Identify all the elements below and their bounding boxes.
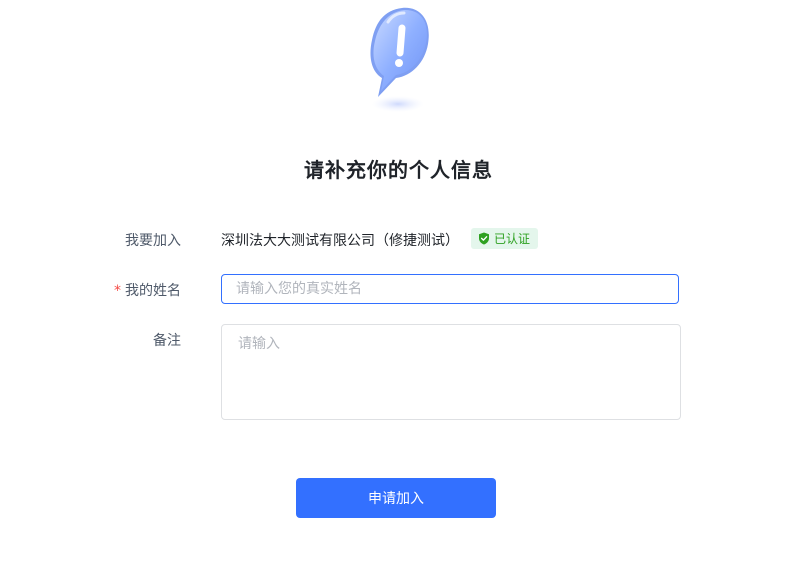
name-input[interactable] bbox=[221, 274, 679, 304]
join-company-page: 请补充你的个人信息 我要加入 深圳法大大测试有限公司（修捷测试） 已认证 * 我的… bbox=[0, 0, 797, 571]
name-label: * 我的姓名 bbox=[0, 280, 181, 300]
apply-join-button[interactable]: 申请加入 bbox=[296, 478, 496, 518]
remark-label: 备注 bbox=[153, 333, 181, 349]
join-label: 我要加入 bbox=[125, 233, 181, 249]
verified-badge-label: 已认证 bbox=[494, 232, 531, 246]
required-mark: * bbox=[114, 283, 121, 299]
page-title: 请补充你的个人信息 bbox=[304, 158, 493, 182]
shield-check-icon bbox=[479, 232, 489, 245]
company-name: 深圳法大大测试有限公司（修捷测试） bbox=[221, 233, 459, 249]
name-label-text: 我的姓名 bbox=[125, 283, 181, 299]
verified-badge: 已认证 bbox=[471, 228, 539, 249]
exclamation-bubble-icon bbox=[370, 7, 429, 112]
remark-input[interactable] bbox=[221, 324, 681, 420]
